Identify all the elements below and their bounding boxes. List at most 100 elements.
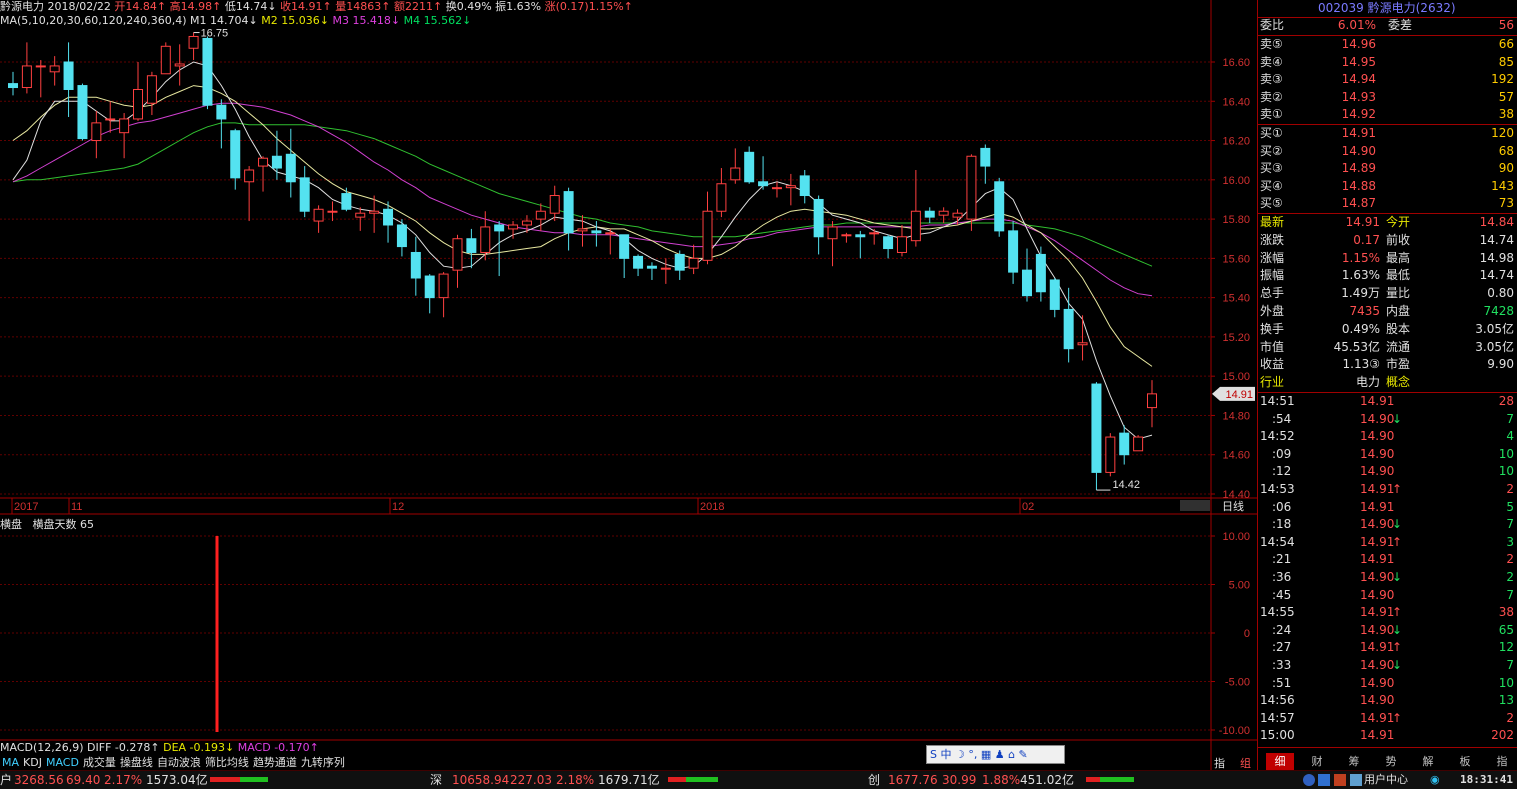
zu-button[interactable]: 组 <box>1240 755 1251 771</box>
side-tab[interactable]: 指 <box>1488 753 1516 770</box>
candle-body <box>508 224 519 230</box>
stat-value: 1.13③ <box>1342 357 1380 372</box>
bid-volume: 68 <box>1498 143 1514 158</box>
tab-caopan[interactable]: 操盘线 <box>118 756 155 769</box>
macd-header: MACD(12,26,9) DIFF -0.278↑ DEA -0.193↓ M… <box>0 741 319 754</box>
tick-row: 14:52 14.90 4 <box>1258 428 1517 445</box>
ask-row[interactable]: 卖① 14.92 38 <box>1258 106 1517 123</box>
zhi-button[interactable]: 指 <box>1214 755 1225 771</box>
tab-wave[interactable]: 自动波浪 <box>155 756 203 769</box>
ask-price: 14.92 <box>1341 107 1376 122</box>
candle-body <box>174 63 185 67</box>
bid-row[interactable]: 买④ 14.88 143 <box>1258 178 1517 195</box>
candle-body <box>1091 383 1102 473</box>
stat-key: 外盘 <box>1260 304 1285 318</box>
volume-value: 量14863↑ <box>335 0 391 13</box>
s-icon[interactable] <box>1303 774 1315 786</box>
stat-key: 振幅 <box>1260 268 1285 283</box>
tab-jiuzhuan[interactable]: 九转序列 <box>299 756 347 769</box>
side-tab[interactable]: 解 <box>1414 753 1442 770</box>
ask-row[interactable]: 卖② 14.93 57 <box>1258 89 1517 106</box>
x-icon[interactable] <box>1318 774 1330 786</box>
candle-body <box>577 228 588 232</box>
tab-ma[interactable]: MA <box>0 756 21 769</box>
tick-price: 14.90 <box>1360 411 1395 426</box>
tick-volume: 2 <box>1506 710 1514 725</box>
candle-body <box>396 224 407 248</box>
candle-body <box>688 257 699 269</box>
ask-row[interactable]: 卖③ 14.94 192 <box>1258 71 1517 88</box>
tab-kdj[interactable]: KDJ <box>21 756 44 769</box>
ask-row[interactable]: 卖④ 14.95 85 <box>1258 54 1517 71</box>
side-tab[interactable]: 财 <box>1303 753 1331 770</box>
bid-row[interactable]: 买② 14.90 68 <box>1258 143 1517 160</box>
side-tab[interactable]: 势 <box>1377 753 1405 770</box>
ask-price: 14.95 <box>1341 54 1376 69</box>
tick-time: :51 <box>1272 675 1292 690</box>
side-tab[interactable]: 细 <box>1266 753 1294 770</box>
ask-row[interactable]: 卖⑤ 14.96 66 <box>1258 36 1517 53</box>
quote-title-text: 002039 黔源电力(2632) <box>1318 1 1456 15</box>
user-center-link[interactable]: 用户中心 <box>1364 771 1408 789</box>
candle-body <box>563 191 574 234</box>
stat-value: 45.53亿 <box>1333 339 1380 354</box>
candle-body <box>8 83 18 89</box>
bid-row[interactable]: 买⑤ 14.87 73 <box>1258 195 1517 212</box>
tick-arrow: ↓ <box>1392 570 1403 584</box>
tab-macd[interactable]: MACD <box>44 756 81 769</box>
tick-volume: 7 <box>1506 658 1514 672</box>
indicator-tick-label: 5.00 <box>1229 580 1250 592</box>
candle-body <box>605 232 616 235</box>
ma-m3: M3 15.418↓ <box>332 14 401 27</box>
candle-body <box>1147 393 1157 409</box>
bid-row[interactable]: 买① 14.91 120 <box>1258 125 1517 142</box>
kline-chart[interactable]: 16.60 16.40 16.20 16.00 15.80 15.60 15.40 15.20… <box>0 0 1257 770</box>
tab-shaibi[interactable]: 筛比均线 <box>203 756 251 769</box>
tick-arrow: ↓ <box>1392 658 1403 672</box>
sh-pct: 2.17% <box>104 773 143 787</box>
tick-row: :18 14.90 ↓ 7 <box>1258 516 1517 533</box>
candle-body <box>410 251 421 279</box>
tick-row: :51 14.90 10 <box>1258 675 1517 692</box>
ime-toolbar[interactable]: S 中 ☽ °, ▦ ♟ ⌂ ✎ <box>926 745 1065 764</box>
ask-price: 14.94 <box>1341 72 1376 87</box>
tick-arrow: ↑ <box>1392 640 1403 655</box>
stat-key: 市盈 <box>1386 357 1411 372</box>
ma20-line <box>12 102 1153 297</box>
candle-body <box>188 35 199 49</box>
candle-body <box>341 193 352 210</box>
tab-volume[interactable]: 成交量 <box>81 756 118 769</box>
clock: 18:31:41 <box>1460 773 1513 786</box>
stat-row: 振幅 1.63% 最低 14.74 <box>1258 267 1517 284</box>
tick-row: :45 14.90 7 <box>1258 587 1517 604</box>
zu-label: 组 <box>1240 757 1251 770</box>
y-tick-label: 14.80 <box>1222 410 1250 422</box>
stat-value: 0.80 <box>1487 286 1514 301</box>
weibi-value: 6.01% <box>1337 18 1376 32</box>
tick-price: 14.91 <box>1360 640 1395 655</box>
candle-body <box>785 185 796 189</box>
cy-change: 30.99 <box>942 773 977 787</box>
side-tab[interactable]: 筹 <box>1340 753 1368 770</box>
candle-body <box>633 255 644 269</box>
bid-row[interactable]: 买③ 14.89 90 <box>1258 160 1517 177</box>
candle-body <box>1133 436 1144 452</box>
stat-key: 市值 <box>1260 339 1285 354</box>
candle-body <box>424 275 435 299</box>
tick-time: :18 <box>1272 517 1292 532</box>
shield-icon[interactable] <box>1334 774 1346 786</box>
stat-key: 行业 <box>1260 375 1285 390</box>
tick-price: 14.90 <box>1360 622 1395 637</box>
candle-body <box>230 130 241 179</box>
candle-body <box>952 212 963 218</box>
monitor-icon[interactable] <box>1350 774 1362 786</box>
tab-channel[interactable]: 趋势通道 <box>251 756 299 769</box>
y-tick-label: 15.20 <box>1222 332 1250 344</box>
ma-m4: M4 15.562↓ <box>403 14 472 27</box>
side-tab[interactable]: 板 <box>1451 753 1479 770</box>
y-tick-label: 15.00 <box>1222 371 1250 383</box>
tick-volume: 38 <box>1498 605 1514 620</box>
stat-key: 最新 <box>1260 215 1285 229</box>
period-label: 日线 <box>1222 499 1244 513</box>
tick-row: :21 14.91 2 <box>1258 551 1517 568</box>
